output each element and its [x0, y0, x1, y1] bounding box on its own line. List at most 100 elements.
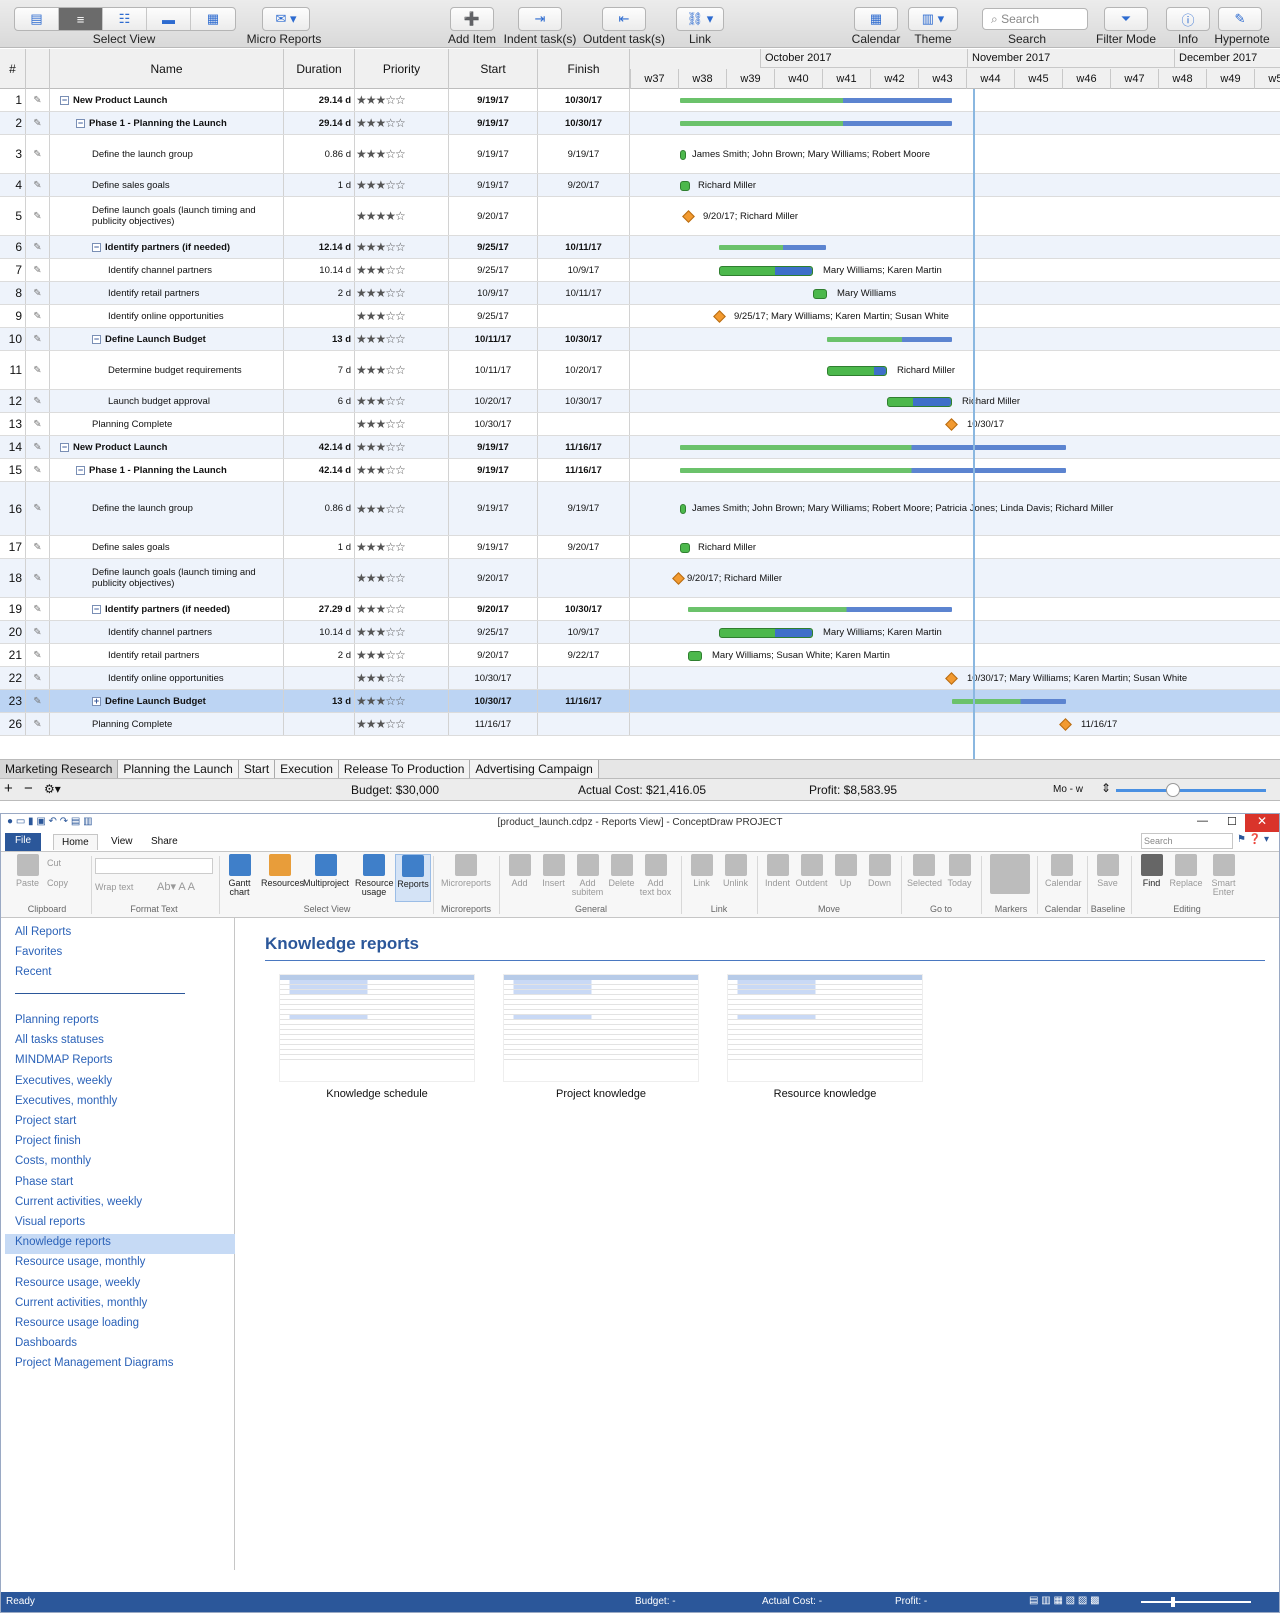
task-duration[interactable]: 13 d [284, 328, 355, 350]
row-number[interactable]: 15 [0, 459, 26, 481]
col-finish[interactable]: Finish [538, 49, 630, 89]
table-row[interactable]: 7 ✎ Identify channel partners 10.14 d ★★… [0, 259, 1280, 282]
close-icon[interactable]: ✕ [1245, 814, 1279, 832]
outdent-ribbon-button[interactable]: Outdent [795, 854, 828, 888]
gear-icon[interactable]: ⚙▾ [44, 782, 61, 796]
row-number[interactable]: 12 [0, 390, 26, 412]
today-button[interactable]: Today [943, 854, 976, 888]
sidebar-item[interactable]: Knowledge reports [5, 1234, 235, 1255]
task-duration[interactable]: 1 d [284, 174, 355, 196]
task-name-cell[interactable]: − Define Launch Budget [50, 328, 284, 350]
task-bar[interactable] [680, 504, 686, 514]
task-name-cell[interactable]: − Identify partners (if needed) [50, 236, 284, 258]
expand-icon[interactable]: + [92, 696, 101, 706]
table-row[interactable]: 22 ✎ Identify online opportunities ★★★☆☆… [0, 667, 1280, 690]
task-start[interactable]: 9/19/17 [449, 482, 538, 535]
task-info-icon[interactable]: ✎ [26, 559, 50, 597]
col-duration[interactable]: Duration [284, 49, 355, 89]
report-thumbnail-caption[interactable]: Knowledge schedule [279, 1088, 475, 1100]
task-finish[interactable]: 10/30/17 [538, 112, 630, 134]
task-name-cell[interactable]: Identify online opportunities [50, 667, 284, 689]
task-duration[interactable]: 0.86 d [284, 482, 355, 535]
row-number[interactable]: 21 [0, 644, 26, 666]
task-priority-stars[interactable]: ★★★☆☆ [355, 112, 449, 134]
task-start[interactable]: 10/20/17 [449, 390, 538, 412]
task-finish[interactable]: 9/22/17 [538, 644, 630, 666]
task-finish[interactable]: 9/19/17 [538, 135, 630, 173]
row-number[interactable]: 18 [0, 559, 26, 597]
ribbon-search-input[interactable]: Search [1141, 833, 1233, 849]
task-start[interactable]: 9/20/17 [449, 644, 538, 666]
gantt-chart-button[interactable]: Gantt chart [223, 854, 256, 897]
table-row[interactable]: 5 ✎ Define launch goals (launch timing a… [0, 197, 1280, 236]
table-row[interactable]: 2 ✎ − Phase 1 - Planning the Launch 29.1… [0, 112, 1280, 135]
task-finish[interactable]: 10/30/17 [538, 390, 630, 412]
task-name-cell[interactable]: + Define Launch Budget [50, 690, 284, 712]
task-duration[interactable]: 6 d [284, 390, 355, 412]
task-info-icon[interactable]: ✎ [26, 644, 50, 666]
outline-view-icon[interactable]: ≡ [59, 8, 103, 30]
row-number[interactable]: 16 [0, 482, 26, 535]
milestone-marker[interactable] [672, 571, 685, 585]
task-priority-stars[interactable]: ★★★☆☆ [355, 690, 449, 712]
task-bar[interactable] [680, 542, 690, 553]
task-start[interactable]: 10/30/17 [449, 667, 538, 689]
resource-view-icon[interactable]: ☷ [103, 8, 147, 30]
report-thumbnail[interactable] [279, 974, 475, 1082]
row-number[interactable]: 20 [0, 621, 26, 643]
table-row[interactable]: 6 ✎ − Identify partners (if needed) 12.1… [0, 236, 1280, 259]
table-row[interactable]: 13 ✎ Planning Complete ★★★☆☆ 10/30/17 10… [0, 413, 1280, 436]
multiproject-view-icon[interactable]: ▬ [147, 8, 191, 30]
sidebar-item[interactable]: Project finish [15, 1135, 81, 1147]
task-name-cell[interactable]: Define launch goals (launch timing and p… [50, 197, 284, 235]
minimize-icon[interactable]: — [1197, 815, 1208, 827]
sidebar-item[interactable]: Resource usage, weekly [15, 1277, 140, 1289]
task-priority-stars[interactable]: ★★★☆☆ [355, 305, 449, 327]
task-name-cell[interactable]: Identify retail partners [50, 282, 284, 304]
help-icon[interactable]: ⚑ ❓ ▾ [1237, 834, 1269, 845]
sheet-tab[interactable]: Start [238, 760, 276, 778]
summary-bar[interactable] [952, 698, 1066, 704]
task-start[interactable]: 9/19/17 [449, 112, 538, 134]
task-priority-stars[interactable]: ★★★☆☆ [355, 436, 449, 458]
sidebar-item[interactable]: Executives, monthly [15, 1095, 117, 1107]
report-thumbnail-caption[interactable]: Project knowledge [503, 1088, 699, 1100]
task-priority-stars[interactable]: ★★★★☆ [355, 197, 449, 235]
table-row[interactable]: 9 ✎ Identify online opportunities ★★★☆☆ … [0, 305, 1280, 328]
task-duration[interactable]: 0.86 d [284, 135, 355, 173]
delete-button[interactable]: Delete [605, 854, 638, 888]
zoom-slider-thumb[interactable] [1171, 1597, 1175, 1607]
task-start[interactable]: 10/11/17 [449, 328, 538, 350]
task-info-icon[interactable]: ✎ [26, 89, 50, 111]
zoom-slider[interactable] [1141, 1601, 1251, 1603]
task-name-cell[interactable]: Identify channel partners [50, 621, 284, 643]
task-name-cell[interactable]: Launch budget approval [50, 390, 284, 412]
task-finish[interactable]: 10/30/17 [538, 89, 630, 111]
table-row[interactable]: 18 ✎ Define launch goals (launch timing … [0, 559, 1280, 598]
col-start[interactable]: Start [449, 49, 538, 89]
milestone-marker[interactable] [682, 209, 695, 223]
task-priority-stars[interactable]: ★★★☆☆ [355, 621, 449, 643]
down-button[interactable]: Down [863, 854, 896, 888]
table-row[interactable]: 20 ✎ Identify channel partners 10.14 d ★… [0, 621, 1280, 644]
calendar-button[interactable]: ▦ [854, 7, 898, 31]
task-name-cell[interactable]: Define sales goals [50, 536, 284, 558]
task-info-icon[interactable]: ✎ [26, 436, 50, 458]
scale-stepper-icon[interactable]: ⇕ [1101, 781, 1111, 795]
task-start[interactable]: 9/25/17 [449, 236, 538, 258]
summary-bar[interactable] [680, 97, 952, 103]
insert-button[interactable]: Insert [537, 854, 570, 888]
tab-view[interactable]: View [103, 834, 141, 849]
task-duration[interactable] [284, 667, 355, 689]
cut-button[interactable]: Cut [47, 858, 61, 868]
task-priority-stars[interactable]: ★★★☆☆ [355, 390, 449, 412]
link-ribbon-button[interactable]: Link [685, 854, 718, 888]
collapse-icon[interactable]: − [92, 334, 101, 344]
task-duration[interactable] [284, 713, 355, 735]
add-subitem-button[interactable]: Add subitem [571, 854, 604, 897]
multiproject-button[interactable]: Multiproject [301, 854, 351, 888]
task-priority-stars[interactable]: ★★★☆☆ [355, 667, 449, 689]
sheet-tab[interactable]: Planning the Launch [118, 760, 239, 778]
tab-home[interactable]: Home [53, 834, 98, 850]
add-text-box-button[interactable]: Add text box [639, 854, 672, 897]
